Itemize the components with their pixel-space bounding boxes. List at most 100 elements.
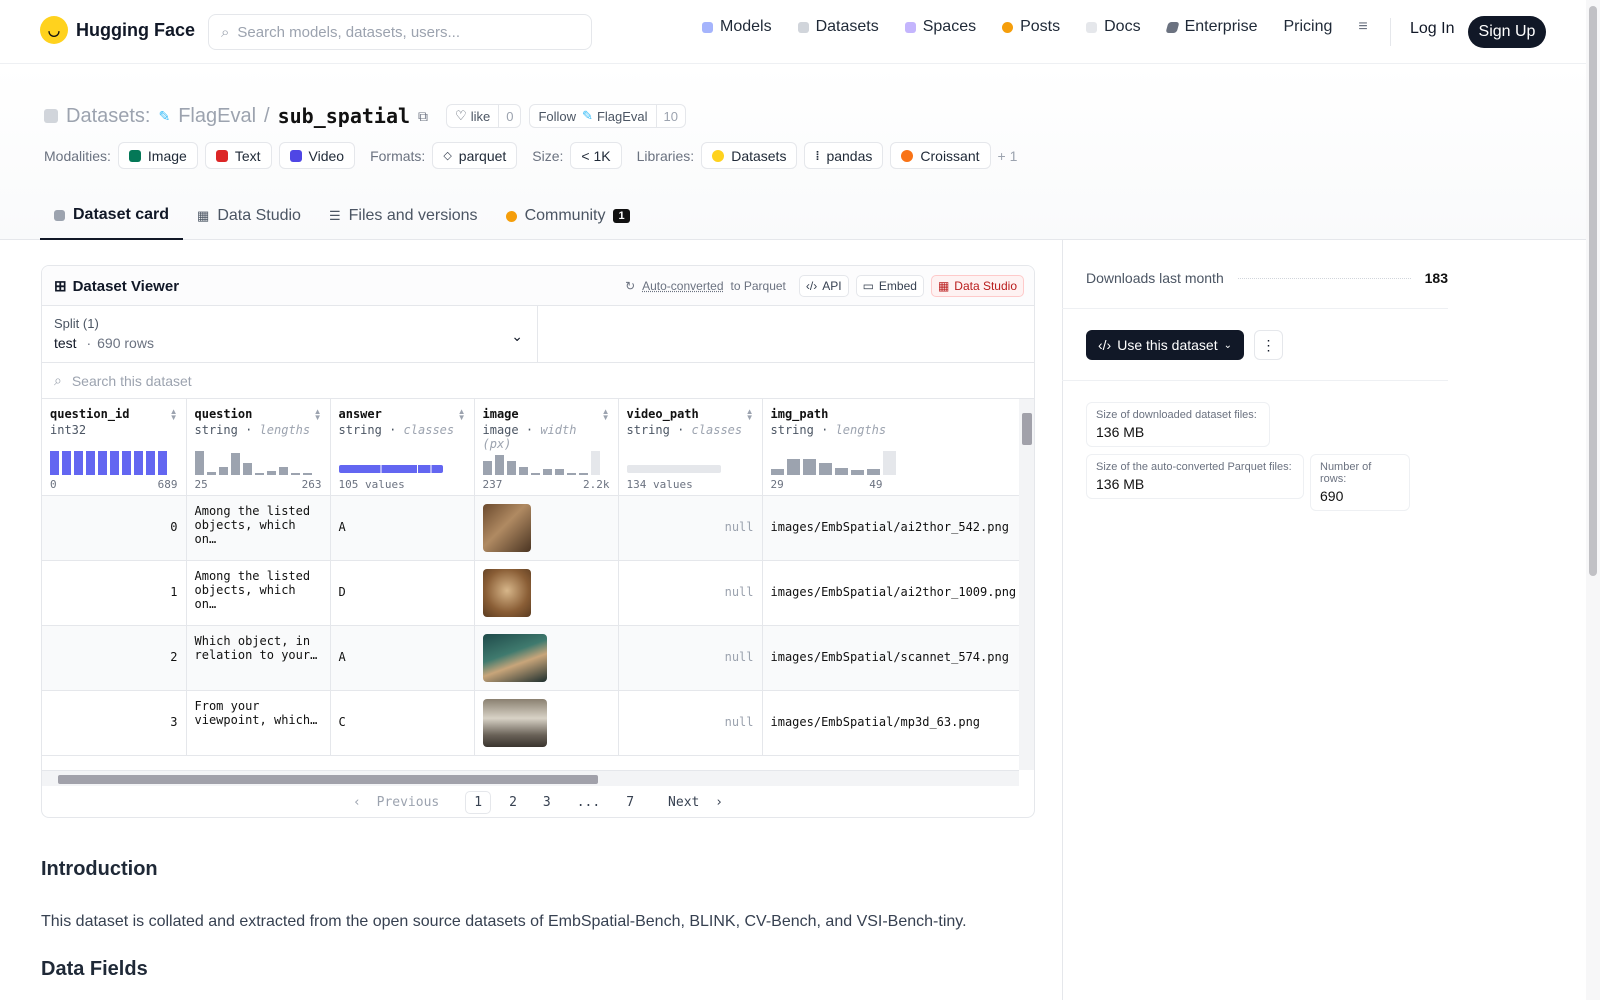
modality-video[interactable]: Video xyxy=(278,142,356,169)
video-icon xyxy=(289,149,302,162)
breadcrumb-separator: / xyxy=(264,104,270,127)
tab-data-studio[interactable]: ▦ Data Studio xyxy=(183,192,315,240)
pagination: ‹ Previous 1 2 3 ... 7 Next › xyxy=(42,786,1034,817)
sort-icon[interactable]: ▲ ▼ xyxy=(746,408,754,422)
nav-spaces[interactable]: Spaces xyxy=(904,18,976,36)
community-icon xyxy=(505,210,517,222)
page-7[interactable]: 7 xyxy=(618,792,642,813)
sort-icon[interactable]: ▲ ▼ xyxy=(170,408,178,422)
column-header-img-path[interactable]: img_path string · lengths 29 49 xyxy=(762,399,1019,496)
like-button[interactable]: ♡ like 0 xyxy=(446,104,522,128)
cell-image[interactable] xyxy=(474,560,619,626)
image-thumbnail[interactable] xyxy=(482,568,531,617)
table-row[interactable]: 1 Among the listed objects, which on… D … xyxy=(42,560,1019,626)
repo-name[interactable]: sub_spatial xyxy=(278,104,410,128)
cell-image[interactable] xyxy=(474,625,619,691)
sort-icon[interactable]: ▲ ▼ xyxy=(602,408,610,422)
column-header-video-path[interactable]: video_path string · classes ▲ ▼ 134 value… xyxy=(618,399,763,496)
api-button[interactable]: ‹/› API xyxy=(798,275,849,297)
library-croissant[interactable]: Croissant xyxy=(890,142,991,169)
nav-pricing[interactable]: Pricing xyxy=(1283,18,1332,36)
table-row[interactable]: 3 From your viewpoint, which… C null ima… xyxy=(42,690,1019,756)
copy-icon[interactable]: ⧉ xyxy=(418,108,428,125)
nav-models[interactable]: Models xyxy=(702,18,772,36)
to-parquet-text: to Parquet xyxy=(730,279,786,293)
nav-links: Models Datasets Spaces Posts Docs Enterp… xyxy=(702,18,1368,36)
cell-image[interactable] xyxy=(474,690,619,756)
signup-button[interactable]: Sign Up xyxy=(1468,16,1546,48)
global-search-input[interactable]: ⌕ Search models, datasets, users... xyxy=(208,14,592,50)
embed-button[interactable]: ▭ Embed xyxy=(855,275,924,297)
column-header-question-id[interactable]: question_id int32 ▲ ▼ 0 689 xyxy=(42,399,187,496)
page-3[interactable]: 3 xyxy=(535,792,559,813)
table-icon: ▦ xyxy=(937,279,950,293)
data-studio-button[interactable]: ▦ Data Studio xyxy=(930,275,1024,297)
viewer-title: ⊞ Dataset Viewer xyxy=(54,277,180,296)
follow-button[interactable]: Follow ✎ FlagEval 10 xyxy=(529,104,686,128)
image-thumbnail[interactable] xyxy=(482,698,547,747)
breadcrumb-owner[interactable]: FlagEval xyxy=(178,105,256,128)
cell-question: Among the listed objects, which on… xyxy=(186,560,331,626)
menu-icon[interactable]: ≡ xyxy=(1358,18,1367,36)
code-icon: ‹/› xyxy=(1098,337,1112,353)
size-parquet-stat: Size of the auto-converted Parquet files… xyxy=(1086,454,1304,499)
format-parquet[interactable]: ◇ parquet xyxy=(432,142,518,169)
login-link[interactable]: Log In xyxy=(1410,20,1454,38)
use-this-dataset-button[interactable]: ‹/› Use this dataset ⌄ xyxy=(1086,330,1244,360)
viewer-header: ⊞ Dataset Viewer ↻ Auto-converted to Parq… xyxy=(42,266,1034,306)
table-row[interactable]: 2 Which object, in relation to your… A n… xyxy=(42,625,1019,691)
modality-text[interactable]: Text xyxy=(204,142,272,169)
scrollbar-thumb[interactable] xyxy=(58,775,598,784)
image-thumbnail[interactable] xyxy=(482,503,531,552)
vertical-scrollbar[interactable] xyxy=(1019,399,1034,770)
tab-files[interactable]: ☰ Files and versions xyxy=(315,192,492,240)
modalities-label: Modalities: xyxy=(44,147,111,164)
scrollbar-thumb[interactable] xyxy=(1022,413,1032,445)
code-icon: ‹/› xyxy=(805,279,818,293)
more-options-button[interactable]: ⋮ xyxy=(1254,330,1283,360)
histogram-question xyxy=(194,447,312,475)
breadcrumb-section[interactable]: Datasets: xyxy=(66,105,150,128)
cell-image[interactable] xyxy=(474,495,619,561)
kebab-icon: ⋮ xyxy=(1261,336,1276,353)
cell-img-path: images/EmbSpatial/ai2thor_542.png xyxy=(762,495,1019,561)
table-row[interactable]: 0 Among the listed objects, which on… A … xyxy=(42,495,1019,561)
search-icon: ⌕ xyxy=(54,372,62,388)
image-thumbnail[interactable] xyxy=(482,633,547,682)
image-icon xyxy=(128,149,141,162)
scrollbar-thumb[interactable] xyxy=(1589,6,1597,576)
search-placeholder: Search models, datasets, users... xyxy=(237,23,461,41)
dataset-search-input[interactable]: ⌕ Search this dataset xyxy=(42,363,1034,399)
repo-header: Datasets: ✎ FlagEval / sub_spatial ⧉ ♡ li… xyxy=(0,64,1586,240)
column-header-question[interactable]: question string · lengths ▲ ▼ 25 263 xyxy=(186,399,331,496)
cell-question-id: 0 xyxy=(42,495,187,561)
table-icon: ⊞ xyxy=(54,278,67,295)
text-icon xyxy=(215,149,228,162)
horizontal-scrollbar[interactable] xyxy=(42,770,1019,786)
column-header-answer[interactable]: answer string · classes ▲ ▼ 105 values xyxy=(330,399,475,496)
next-page-button[interactable]: Next › xyxy=(652,792,731,813)
split-selector[interactable]: Split (1) test · 690 rows ⌄ xyxy=(42,306,538,363)
sort-icon[interactable]: ▲ ▼ xyxy=(458,408,466,422)
page-2[interactable]: 2 xyxy=(501,792,525,813)
size-tag[interactable]: < 1K xyxy=(570,142,622,169)
modality-image[interactable]: Image xyxy=(117,142,198,169)
page-1[interactable]: 1 xyxy=(465,791,492,814)
tab-dataset-card[interactable]: Dataset card xyxy=(40,192,184,240)
cube-icon xyxy=(702,21,713,33)
column-header-image[interactable]: image image · width (px) ▲ ▼ 237 2.2k xyxy=(474,399,619,496)
nav-docs[interactable]: Docs xyxy=(1086,18,1141,36)
croissant-icon xyxy=(901,149,914,162)
more-libraries[interactable]: + 1 xyxy=(998,148,1018,164)
auto-converted-link[interactable]: Auto-converted xyxy=(642,279,723,293)
brand-logo[interactable]: ◡ Hugging Face xyxy=(40,16,195,44)
previous-page-button[interactable]: ‹ Previous xyxy=(345,792,455,813)
tab-community[interactable]: Community 1 xyxy=(492,192,644,240)
nav-datasets[interactable]: Datasets xyxy=(797,18,879,36)
nav-posts[interactable]: Posts xyxy=(1002,18,1060,36)
page-scrollbar[interactable] xyxy=(1586,0,1600,1000)
library-pandas[interactable]: ⁞ pandas xyxy=(804,142,884,169)
library-datasets[interactable]: Datasets xyxy=(701,142,798,169)
sort-icon[interactable]: ▲ ▼ xyxy=(314,408,322,422)
nav-enterprise[interactable]: Enterprise xyxy=(1165,18,1257,36)
